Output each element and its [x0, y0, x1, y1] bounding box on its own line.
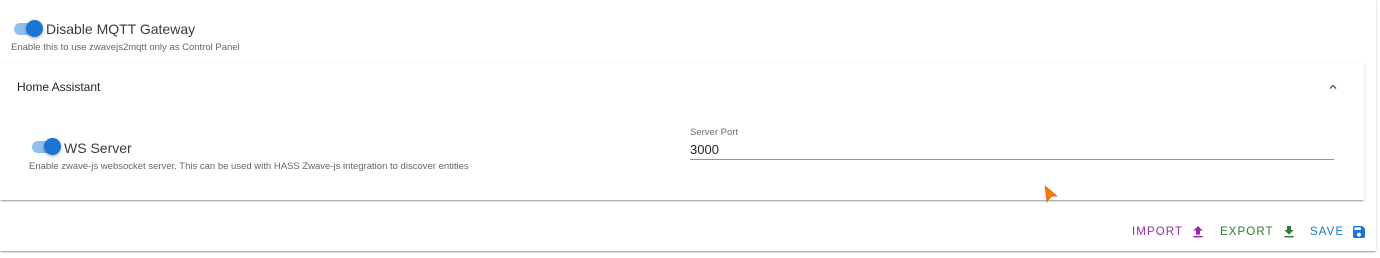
import-button[interactable]: IMPORT	[1132, 222, 1206, 242]
mouse-cursor-icon	[1044, 185, 1058, 203]
server-port-input[interactable]	[690, 140, 1334, 160]
import-button-label: IMPORT	[1132, 226, 1184, 238]
download-icon	[1284, 226, 1294, 238]
home-assistant-panel-header[interactable]: Home Assistant	[17, 80, 100, 94]
export-button-label: EXPORT	[1220, 226, 1274, 238]
home-assistant-panel: Home Assistant WS Server Enable zwave-js…	[0, 64, 1364, 200]
floppy-disk-icon	[1353, 226, 1366, 238]
server-port-label: Server Port	[690, 127, 739, 138]
export-button[interactable]: EXPORT	[1220, 222, 1297, 242]
ws-server-helper: Enable zwave-js websocket server. This c…	[29, 161, 469, 172]
ws-server-switch[interactable]	[30, 137, 61, 157]
disable-mqtt-gateway-switch[interactable]	[12, 19, 43, 39]
switch-thumb	[26, 20, 43, 37]
save-button[interactable]: SAVE	[1310, 222, 1367, 242]
switch-thumb	[44, 138, 61, 155]
chevron-up-icon[interactable]	[1326, 80, 1340, 94]
ws-server-label: WS Server	[64, 140, 132, 156]
save-button-label: SAVE	[1310, 226, 1345, 238]
upload-icon	[1193, 226, 1203, 238]
disable-mqtt-gateway-label: Disable MQTT Gateway	[46, 21, 196, 37]
settings-page: Disable MQTT Gateway Enable this to use …	[0, 0, 1380, 258]
disable-mqtt-gateway-helper: Enable this to use zwavejs2mqtt only as …	[11, 42, 240, 53]
